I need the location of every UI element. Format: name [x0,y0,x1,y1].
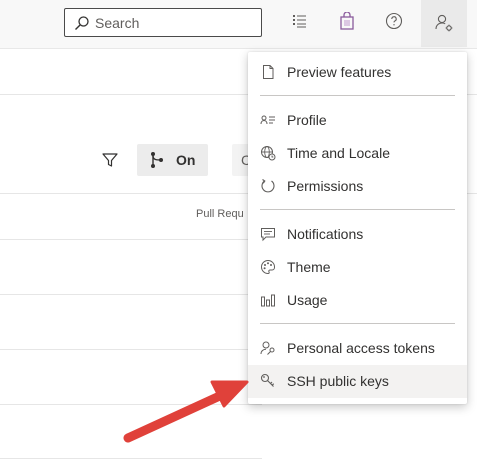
bar-chart-icon [260,292,276,308]
column-header-pull-requests[interactable]: Pull Requ [196,208,256,220]
menu-item-usage[interactable]: Usage [248,284,467,317]
table-row-divider [0,458,262,459]
branch-toggle-button[interactable]: On [137,144,208,176]
menu-separator [260,95,455,96]
menu-separator [260,323,455,324]
branch-toggle-label: On [176,152,196,168]
menu-item-label: Time and Locale [287,145,390,161]
branch-icon [149,151,165,174]
menu-item-label: Preview features [287,64,392,80]
menu-item-personal-access-tokens[interactable]: Personal access tokens [248,332,467,365]
menu-item-preview-features[interactable]: Preview features [248,56,467,89]
search-box[interactable] [64,8,262,37]
globe-clock-icon [260,145,276,161]
menu-item-label: Profile [287,112,327,128]
user-settings-button[interactable] [421,0,467,47]
menu-separator [260,209,455,210]
menu-item-label: Usage [287,292,328,308]
menu-item-theme[interactable]: Theme [248,251,467,284]
user-settings-menu: Preview features Profile Time and Locale… [248,52,467,404]
menu-item-label: Theme [287,259,331,275]
filter-icon[interactable] [100,150,120,170]
document-icon [260,64,276,80]
ssh-key-icon [260,373,276,389]
search-icon [74,15,90,31]
top-header-bar [0,0,477,49]
table-row-divider [0,349,262,350]
menu-item-permissions[interactable]: Permissions [248,170,467,203]
menu-item-ssh-public-keys[interactable]: SSH public keys [248,365,467,398]
table-row-divider [0,239,262,240]
menu-item-notifications[interactable]: Notifications [248,218,467,251]
menu-item-label: SSH public keys [287,373,389,389]
table-row-divider [0,404,262,405]
menu-item-label: Personal access tokens [287,340,435,356]
contact-card-icon [260,112,276,128]
user-settings-icon [434,13,454,38]
person-key-icon [260,340,276,356]
table-row-divider [0,294,262,295]
menu-item-label: Notifications [287,226,364,242]
search-input[interactable] [95,13,255,32]
menu-item-time-and-locale[interactable]: Time and Locale [248,137,467,170]
palette-icon [260,259,276,275]
task-list-icon[interactable] [291,12,313,34]
menu-item-label: Permissions [287,178,364,194]
menu-item-profile[interactable]: Profile [248,104,467,137]
help-icon[interactable] [385,12,407,34]
permissions-icon [260,178,276,194]
shopping-bag-icon[interactable] [339,12,361,34]
chat-icon [260,226,276,242]
